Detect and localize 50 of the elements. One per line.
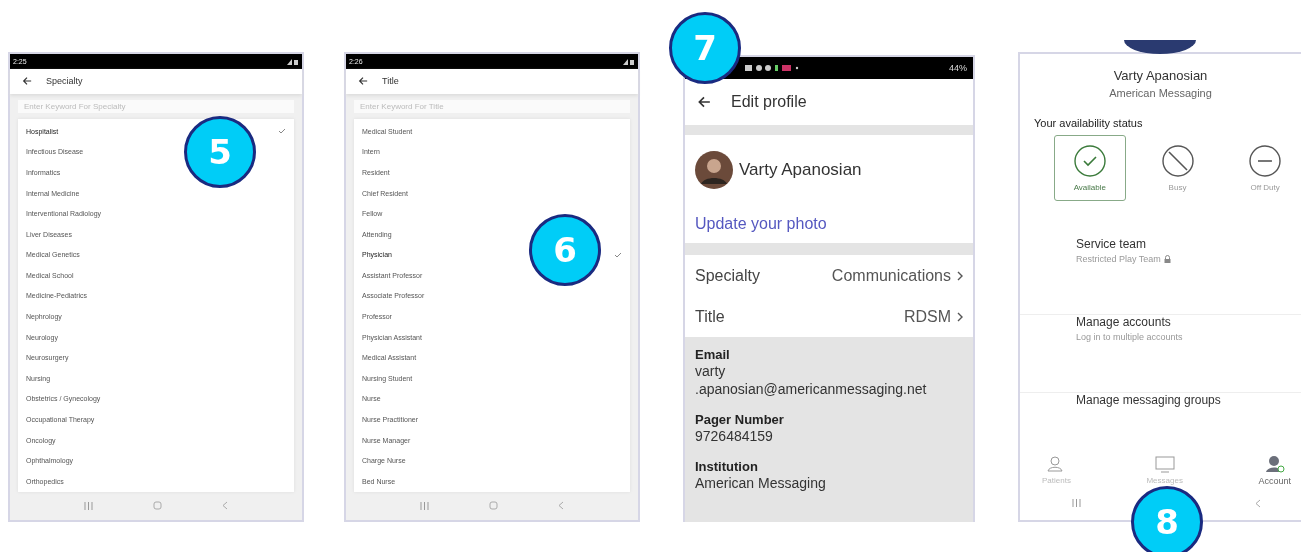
back-icon[interactable] [222,501,228,511]
no-entry-icon [1161,144,1194,177]
section-heading: Your availability status [1034,117,1144,129]
home-icon[interactable] [153,501,162,511]
profile-field-row[interactable]: Title RDSM [685,296,973,337]
detail-label: Institution [695,459,759,474]
detail-value: American Messaging [695,474,827,492]
detail-value: .apanosian@americanmessaging.net [695,380,928,398]
back-arrow-icon[interactable] [697,95,711,109]
profile-name: Varty Apanosian [1112,68,1209,83]
chevron-right-icon [957,270,963,281]
avatar [695,151,733,189]
back-icon[interactable] [558,501,564,511]
status-icons [623,58,635,65]
screen-title: Specialty [46,76,83,87]
check-circle-icon [1073,144,1106,177]
detail-label: Pager Number [695,412,785,427]
checkmark-icon [614,251,622,258]
checkmark-icon [278,128,286,135]
minus-circle-icon [1249,144,1282,177]
step-badge: 7 [669,12,741,84]
detail-value: varty [695,362,727,380]
status-icons [287,58,299,65]
detail-label: Email [695,347,731,362]
profile-field-row[interactable]: Specialty Communications [685,255,973,296]
back-arrow-icon[interactable] [22,76,32,87]
recent-apps-icon[interactable] [84,501,93,510]
screen-title: Title [382,76,399,87]
organization-name: American Messaging [1108,87,1213,99]
detail-value: 9726484159 [695,427,774,445]
back-icon[interactable] [1255,498,1261,508]
menu-item-subtitle: Log in to multiple accounts [1076,332,1183,342]
profile-name: Varty Apanosian [739,160,862,180]
menu-item-title[interactable]: Manage messaging groups [1076,393,1301,407]
home-icon[interactable] [489,501,498,511]
screen-title: Edit profile [731,93,807,111]
screen-icon [1154,455,1175,473]
recent-apps-icon[interactable] [420,501,429,510]
lock-icon [1163,255,1171,263]
nav-tab[interactable]: Account [1258,455,1291,486]
availability-option[interactable]: Available [1054,135,1126,201]
menu-item-title[interactable]: Manage accounts [1076,315,1301,329]
person-icon [1264,455,1285,473]
chevron-right-icon [957,311,963,322]
menu-item-subtitle: Restricted Play Team [1076,254,1161,264]
back-arrow-icon[interactable] [358,76,368,87]
menu-item-title[interactable]: Service team [1076,237,1301,251]
recent-apps-icon[interactable] [1072,499,1081,507]
battery-level: 44% [949,63,967,73]
update-photo-link[interactable]: Update your photo [695,215,827,233]
